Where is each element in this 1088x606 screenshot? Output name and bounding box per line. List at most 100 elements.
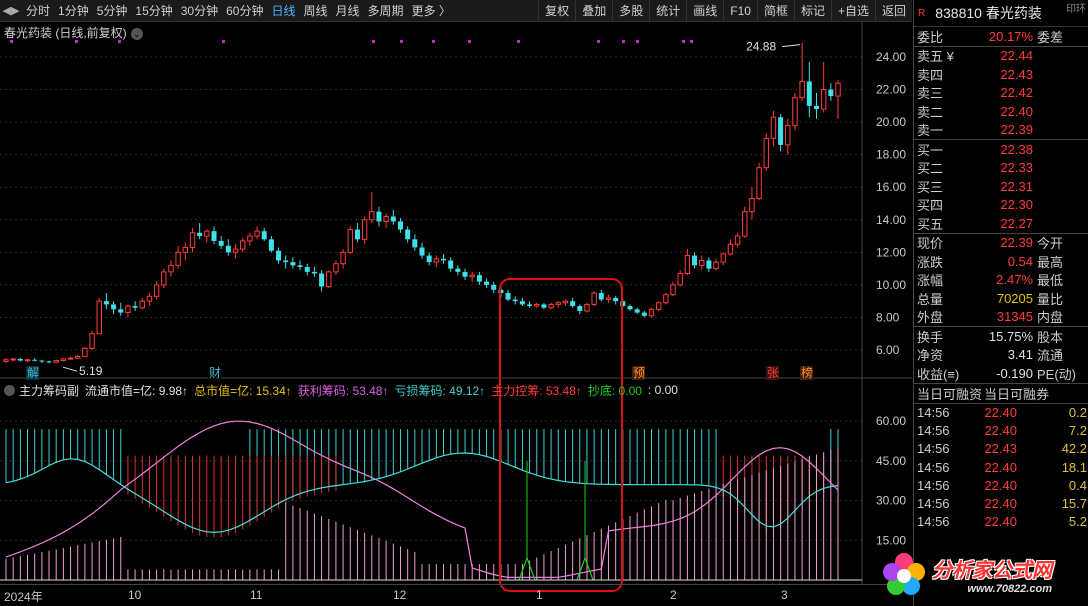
stat-row: 净资 3.41 流通 xyxy=(914,346,1088,365)
candle-body-up xyxy=(204,230,210,237)
candle-body-up xyxy=(182,246,189,253)
indicator-settings-icon[interactable] xyxy=(4,384,15,396)
tick-qty: 7.2 xyxy=(1068,423,1087,439)
ask-row[interactable]: 卖二 22.40 xyxy=(914,102,1088,121)
loss-chips-line xyxy=(5,452,839,534)
stats-block-2: 换手 15.75% 股本 净资 3.41 流通 收益(≡) -0.190 PE(动) xyxy=(914,326,1088,383)
bid-row[interactable]: 买二 22.33 xyxy=(914,159,1088,178)
event-tag[interactable]: 解 xyxy=(27,366,39,380)
flower-logo-icon xyxy=(883,553,925,595)
ind-axis-label: 45.00 xyxy=(876,454,906,468)
candle-body-up xyxy=(175,251,181,266)
candle-body-up xyxy=(82,347,88,358)
stat-row: 涨幅 2.47% 最低 xyxy=(914,271,1088,290)
bid-label: 买五 xyxy=(917,216,944,232)
price-axis-label: 14.00 xyxy=(876,213,906,227)
candle-body-down xyxy=(290,262,296,266)
candle-body-up xyxy=(24,359,31,362)
event-tag[interactable]: 张 xyxy=(767,366,779,380)
candle-body-down xyxy=(441,258,447,261)
ask-label: 卖三 xyxy=(917,86,944,102)
candle-body-down xyxy=(225,245,231,253)
candle-body-down xyxy=(613,297,619,302)
highlight-box xyxy=(499,278,623,592)
event-tag[interactable]: 预 xyxy=(633,366,645,380)
stat-label-2: PE(动) xyxy=(1037,366,1077,382)
signal-dot xyxy=(10,40,13,43)
corner-label: 印环 xyxy=(1066,4,1086,15)
signal-dot xyxy=(75,40,78,43)
ask-row[interactable]: 卖三 22.42 xyxy=(914,84,1088,103)
kline-chart[interactable]: 24.0022.0020.0018.0016.0014.0012.0010.00… xyxy=(0,0,912,606)
tick-row: 14:56 22.40 18.1 xyxy=(914,458,1088,476)
candle-body-down xyxy=(455,268,461,272)
weicha-label: 委差 xyxy=(1037,29,1064,45)
candle-body-down xyxy=(32,359,38,361)
r-badge: R xyxy=(918,7,926,19)
bid-row[interactable]: 买一 22.38 xyxy=(914,140,1088,159)
tick-price: 22.40 xyxy=(984,459,1017,475)
candle-body-down xyxy=(706,260,712,269)
stat-label: 总量 xyxy=(917,291,944,307)
candle-body-up xyxy=(146,295,153,302)
bid-row[interactable]: 买五 22.27 xyxy=(914,214,1088,233)
indicator-name[interactable]: 主力筹码副 xyxy=(19,382,79,399)
tick-row: 14:56 22.40 15.7 xyxy=(914,494,1088,512)
candle-body-up xyxy=(3,359,9,362)
candle-body-down xyxy=(598,293,604,300)
candle-body-up xyxy=(749,198,755,213)
signal-dot xyxy=(622,40,625,43)
candle-body-up xyxy=(96,300,102,335)
stock-code-name[interactable]: 838810 春光药装 xyxy=(935,3,1042,23)
candle-body-down xyxy=(261,231,267,240)
stat-label: 现价 xyxy=(917,236,944,252)
ask-row[interactable]: 卖五 ¥ 22.44 xyxy=(914,47,1088,66)
tick-time: 14:56 xyxy=(917,496,950,512)
candle-body-up xyxy=(605,297,612,301)
candle-body-up xyxy=(534,303,540,307)
signal-dot xyxy=(636,40,639,43)
candle-body-down xyxy=(448,260,454,269)
indicator-field-4: 主力控筹: 53.48↑ xyxy=(491,383,582,398)
candle-body-up xyxy=(247,235,253,242)
watermark-logo: 分析家公式网 www.70822.com xyxy=(880,548,1080,600)
tick-time: 14:56 xyxy=(917,459,950,475)
margin-row: 当日可融资 当日可融券 xyxy=(914,382,1088,403)
stat-value: 15.75% xyxy=(988,328,1033,344)
bid-label: 买一 xyxy=(917,142,944,158)
price-axis-label: 24.00 xyxy=(876,50,906,64)
tick-time: 14:56 xyxy=(917,441,950,457)
event-tag[interactable]: 财 xyxy=(209,366,221,380)
candle-body-down xyxy=(828,89,834,97)
date-axis-label: 12 xyxy=(393,588,407,602)
ask-row[interactable]: 卖四 22.43 xyxy=(914,65,1088,84)
candle-body-up xyxy=(10,358,16,361)
candle-body-up xyxy=(67,357,74,360)
candle-body-up xyxy=(799,80,805,99)
price-axis-label: 22.00 xyxy=(876,83,906,97)
date-axis-label: 3 xyxy=(781,588,788,602)
candle-body-up xyxy=(125,305,131,314)
date-axis: 2024年 10 11 12 1 2 3 xyxy=(0,584,912,606)
candle-body-down xyxy=(354,229,360,240)
candle-body-down xyxy=(491,284,497,290)
bid-row[interactable]: 买三 22.31 xyxy=(914,177,1088,196)
bid-price: 22.33 xyxy=(1000,160,1033,176)
candle-body-up xyxy=(53,360,59,363)
candle-body-up xyxy=(648,308,655,317)
candle-body-up xyxy=(361,219,368,240)
event-tag[interactable]: 榜 xyxy=(801,365,813,380)
candle-body-up xyxy=(89,333,95,349)
bid-price: 22.38 xyxy=(1000,141,1033,157)
stat-row: 收益(≡) -0.190 PE(动) xyxy=(914,364,1088,383)
candle-body-down xyxy=(570,301,576,307)
candle-body-down xyxy=(813,105,819,110)
date-axis-label: 2 xyxy=(670,588,677,602)
candle-body-up xyxy=(189,232,196,248)
ask-row[interactable]: 卖一 22.39 xyxy=(914,121,1088,140)
bid-row[interactable]: 买四 22.30 xyxy=(914,196,1088,215)
bid-label: 买三 xyxy=(917,179,944,195)
indicator-field-6: : 0.00 xyxy=(647,383,678,397)
tick-qty: 5.2 xyxy=(1068,514,1087,530)
high-price-label: 24.88 xyxy=(746,40,776,54)
